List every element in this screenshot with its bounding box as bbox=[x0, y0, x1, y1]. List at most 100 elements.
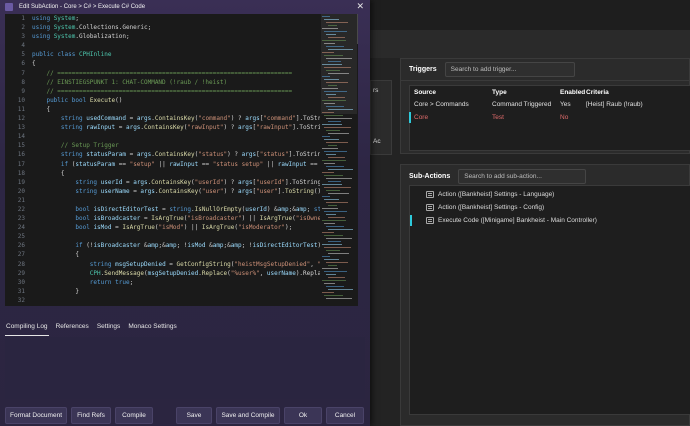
minimap-line bbox=[322, 148, 338, 149]
column-source[interactable]: Source bbox=[410, 89, 492, 96]
main-toolbar-strip bbox=[370, 30, 690, 58]
editor-button-bar: Format Document Find Refs Compile Save S… bbox=[0, 407, 370, 426]
code-line: bool isBroadcaster = IsArgTrue("isBroadc… bbox=[75, 215, 320, 223]
compile-button[interactable]: Compile bbox=[115, 407, 153, 424]
minimap-line bbox=[326, 274, 336, 275]
column-type[interactable]: Type bbox=[492, 89, 560, 96]
line-number-gutter: 1 2 3 4 5 6 7 8 9 10 11 12 13 14 15 16 17 18 19 20 21 22 23 24 2… bbox=[5, 14, 29, 306]
minimap-line bbox=[324, 235, 343, 236]
code-line: string userName = args.ContainsKey("user… bbox=[75, 187, 320, 195]
format-document-button[interactable]: Format Document bbox=[5, 407, 67, 424]
line-number: 26 bbox=[17, 242, 25, 250]
actions-list-text-fragment: Ac bbox=[373, 138, 381, 145]
code-line: { bbox=[32, 251, 79, 259]
line-number: 19 bbox=[17, 178, 25, 186]
line-number: 22 bbox=[17, 205, 25, 213]
code-editor[interactable]: 1 2 3 4 5 6 7 8 9 10 11 12 13 14 15 16 17 18 19 20 21 22 23 24 2… bbox=[5, 14, 358, 306]
list-item[interactable]: Action ([Bankheist] Settings - Language) bbox=[410, 188, 690, 201]
minimap-line bbox=[326, 298, 352, 299]
subaction-label: Execute Code ([Minigame] Bankheist - Mai… bbox=[438, 217, 597, 224]
line-number: 13 bbox=[17, 124, 25, 132]
line-number: 11 bbox=[17, 105, 25, 113]
list-item[interactable]: Action ([Bankheist] Settings - Config) bbox=[410, 201, 690, 214]
minimap-line bbox=[328, 169, 353, 170]
tab-references[interactable]: References bbox=[55, 320, 90, 336]
minimap-line bbox=[326, 106, 344, 107]
line-number: 28 bbox=[17, 260, 25, 268]
code-line: // EINSTIEGSPUNKT 1: CHAT-COMMAND (!raub… bbox=[46, 78, 228, 86]
table-row[interactable]: Core Test No bbox=[409, 111, 690, 124]
line-number: 23 bbox=[17, 215, 25, 223]
minimap-line bbox=[322, 16, 330, 17]
tab-monaco-settings[interactable]: Monaco Settings bbox=[127, 320, 177, 336]
minimap-line bbox=[324, 295, 343, 296]
code-line: using System.Collections.Generic; bbox=[32, 24, 152, 32]
tab-settings[interactable]: Settings bbox=[96, 320, 122, 336]
window-title: Edit SubAction - Core > C# > Execute C# … bbox=[19, 4, 146, 10]
code-icon bbox=[426, 217, 434, 224]
tab-compiling-log[interactable]: Compiling Log bbox=[5, 320, 49, 336]
trigger-search-input[interactable] bbox=[444, 62, 575, 77]
column-criteria[interactable]: Criteria bbox=[586, 89, 690, 96]
code-line: string rawInput = args.ContainsKey("rawI… bbox=[60, 124, 320, 132]
minimap-line bbox=[322, 28, 338, 29]
subaction-search-input[interactable] bbox=[458, 168, 587, 184]
code-line: public bool Execute() bbox=[46, 96, 123, 104]
minimap-line bbox=[326, 46, 344, 47]
close-icon[interactable]: ✕ bbox=[356, 1, 364, 12]
minimap-line bbox=[324, 91, 347, 92]
code-line: bool isDirectEditorTest = string.IsNullO… bbox=[75, 205, 320, 213]
minimap-line bbox=[324, 283, 335, 284]
cancel-button[interactable]: Cancel bbox=[326, 407, 364, 424]
code-line: public class CPHInline bbox=[32, 51, 112, 59]
line-number: 1 bbox=[21, 15, 25, 22]
list-item[interactable]: Execute Code ([Minigame] Bankheist - Mai… bbox=[410, 214, 690, 227]
code-line: using System; bbox=[32, 15, 79, 22]
triggers-title: Triggers bbox=[409, 66, 437, 73]
code-line: if (statusParam == "setup" || rawInput =… bbox=[60, 160, 318, 168]
line-number: 18 bbox=[17, 169, 25, 177]
minimap-line bbox=[324, 115, 343, 116]
subaction-icon bbox=[426, 204, 434, 211]
minimap-line bbox=[326, 178, 352, 179]
minimap-line bbox=[326, 238, 352, 239]
code-text[interactable]: using System; using System.Collections.Ge… bbox=[32, 14, 320, 306]
table-row[interactable]: Core > Commands Command Triggered Yes [H… bbox=[410, 98, 690, 111]
minimap-line bbox=[322, 88, 338, 89]
line-number: 32 bbox=[17, 296, 25, 304]
minimap-line bbox=[328, 229, 353, 230]
save-button[interactable]: Save bbox=[176, 407, 212, 424]
line-number: 2 bbox=[21, 24, 25, 32]
line-number: 12 bbox=[17, 115, 25, 123]
minimap-line bbox=[326, 82, 348, 83]
window-title-bar[interactable]: Edit SubAction - Core > C# > Execute C# … bbox=[0, 0, 370, 14]
column-enabled[interactable]: Enabled bbox=[560, 89, 586, 96]
line-number: 27 bbox=[17, 251, 25, 259]
minimap-line bbox=[328, 97, 345, 98]
minimap-line bbox=[326, 214, 336, 215]
subaction-label: Action ([Bankheist] Settings - Language) bbox=[438, 191, 555, 198]
vertical-scrollbar[interactable] bbox=[357, 14, 358, 44]
compiling-log-output[interactable] bbox=[5, 337, 365, 399]
minimap-line bbox=[324, 223, 335, 224]
line-number: 29 bbox=[17, 269, 25, 277]
trigger-type: Test bbox=[492, 114, 504, 121]
minimap[interactable] bbox=[321, 14, 357, 306]
edit-subaction-window: Edit SubAction - Core > C# > Execute C# … bbox=[0, 0, 370, 426]
trigger-source: Core > Commands bbox=[414, 101, 469, 108]
minimap-line bbox=[326, 226, 344, 227]
code-line: { bbox=[32, 169, 65, 177]
line-number: 4 bbox=[21, 42, 25, 50]
code-line: return true; bbox=[89, 278, 134, 286]
minimap-line bbox=[324, 187, 351, 188]
save-and-compile-button[interactable]: Save and Compile bbox=[216, 407, 280, 424]
minimap-line bbox=[322, 244, 342, 245]
subaction-icon bbox=[426, 191, 434, 198]
ok-button[interactable]: Ok bbox=[284, 407, 322, 424]
minimap-line bbox=[328, 121, 341, 122]
find-refs-button[interactable]: Find Refs bbox=[71, 407, 111, 424]
minimap-line bbox=[324, 163, 335, 164]
